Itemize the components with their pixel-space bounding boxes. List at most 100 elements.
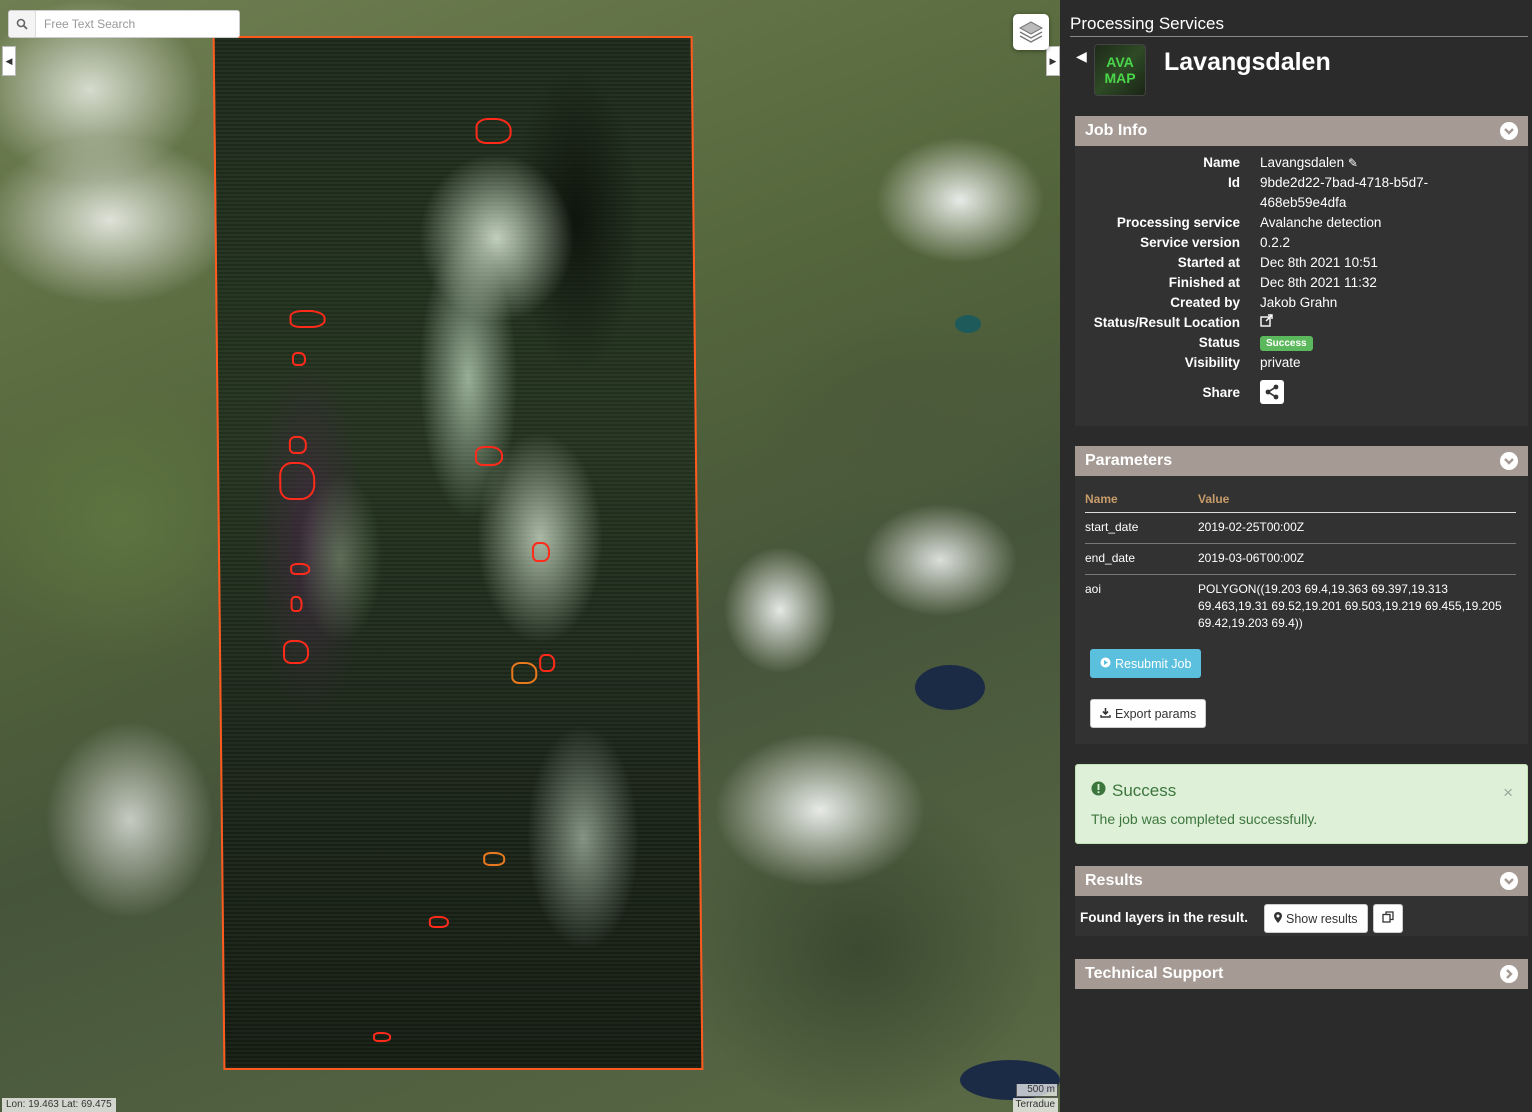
avalanche-polygon xyxy=(511,662,538,684)
logo-text: AVA xyxy=(1106,54,1134,70)
lake xyxy=(915,665,985,710)
info-label: Name xyxy=(1203,154,1240,170)
section-title: Job Info xyxy=(1085,122,1148,139)
info-value: Dec 8th 2021 11:32 xyxy=(1260,274,1377,290)
coordinates-readout: Lon: 19.463 Lat: 69.475 xyxy=(2,1098,116,1112)
parameters-header[interactable]: Parameters xyxy=(1075,446,1528,476)
chevron-down-icon[interactable] xyxy=(1500,872,1518,890)
avalanche-polygon xyxy=(373,1032,392,1042)
info-row-share: Share xyxy=(1075,372,1528,412)
avalanche-polygon xyxy=(288,436,307,454)
section-title: Results xyxy=(1085,872,1143,889)
share-button[interactable] xyxy=(1260,380,1284,404)
button-label: Resubmit Job xyxy=(1115,656,1192,671)
lake xyxy=(955,315,981,333)
info-row-location: Status/Result Location xyxy=(1075,312,1528,332)
status-badge: Success xyxy=(1260,335,1313,351)
info-value xyxy=(1260,314,1528,330)
export-params-button[interactable]: Export params xyxy=(1090,699,1207,728)
parameters-section: Parameters Name Value start_date 2019-02… xyxy=(1075,446,1528,744)
info-value: 0.2.2 xyxy=(1260,234,1291,250)
job-id-cont: 468eb59e4dfa xyxy=(1260,194,1347,210)
left-panel-toggle[interactable]: ◀ xyxy=(2,46,16,76)
avalanche-polygon xyxy=(290,596,303,612)
technical-support-header[interactable]: Technical Support xyxy=(1075,959,1528,989)
chevron-left-icon: ◀ xyxy=(5,55,13,66)
search-icon[interactable] xyxy=(9,11,36,37)
copy-button[interactable] xyxy=(1373,904,1403,933)
panel-title: Processing Services xyxy=(1070,14,1528,37)
param-value: 2019-02-25T00:00Z xyxy=(1198,512,1516,544)
info-value xyxy=(1260,380,1528,404)
param-name: start_date xyxy=(1085,512,1198,544)
info-label: Visibility xyxy=(1184,354,1240,370)
search-box[interactable] xyxy=(8,10,240,38)
avalanche-polygon xyxy=(289,310,326,328)
show-results-button[interactable]: Show results xyxy=(1264,904,1368,933)
info-value: Dec 8th 2021 10:51 xyxy=(1260,254,1378,270)
job-id: 9bde2d22-7bad-4718-b5d7- xyxy=(1260,174,1429,190)
info-row-service: Processing service Avalanche detection xyxy=(1075,212,1528,232)
section-title: Technical Support xyxy=(1085,965,1224,982)
scale-bar: 500 m xyxy=(1016,1084,1058,1097)
table-row: start_date 2019-02-25T00:00Z xyxy=(1085,512,1516,544)
info-label: Share xyxy=(1202,384,1240,400)
param-name: end_date xyxy=(1085,543,1198,575)
info-row-id-cont: 468eb59e4dfa xyxy=(1075,192,1528,212)
column-header: Value xyxy=(1198,486,1516,513)
layers-button[interactable] xyxy=(1013,14,1049,50)
section-title: Parameters xyxy=(1085,452,1173,469)
avalanche-polygon xyxy=(291,352,307,366)
results-section: Results Found layers in the result. Show… xyxy=(1075,866,1528,936)
info-label: Service version xyxy=(1140,234,1240,250)
avalanche-polygon xyxy=(474,446,504,466)
info-value: Lavangsdalen ✎ xyxy=(1260,155,1528,170)
info-row-name: Name Lavangsdalen ✎ xyxy=(1075,152,1528,172)
external-link-icon[interactable] xyxy=(1260,314,1273,330)
technical-support-section: Technical Support xyxy=(1075,959,1528,989)
back-chevron-icon[interactable]: ◀ xyxy=(1076,48,1087,65)
chevron-right-icon[interactable] xyxy=(1500,965,1518,983)
success-alert: Success The job was completed successful… xyxy=(1075,764,1528,844)
info-row-version: Service version 0.2.2 xyxy=(1075,232,1528,252)
avalanche-polygon xyxy=(539,654,556,672)
info-label: Status xyxy=(1198,334,1240,350)
map-marker-icon xyxy=(1274,911,1282,926)
parameters-table: Name Value start_date 2019-02-25T00:00Z … xyxy=(1085,486,1516,639)
right-panel-toggle[interactable]: ▶ xyxy=(1046,46,1060,76)
avalanche-polygon xyxy=(290,563,311,575)
info-value: Success xyxy=(1260,334,1528,351)
info-row-visibility: Visibility private xyxy=(1075,352,1528,372)
info-row-started: Started at Dec 8th 2021 10:51 xyxy=(1075,252,1528,272)
avalanche-polygon xyxy=(475,118,512,144)
share-icon xyxy=(1265,384,1279,400)
param-name: aoi xyxy=(1085,582,1102,596)
exclamation-circle-icon xyxy=(1091,781,1106,801)
info-label: Status/Result Location xyxy=(1093,314,1240,330)
column-header: Name xyxy=(1085,486,1198,513)
info-label: Id xyxy=(1228,174,1240,190)
info-value: Jakob Grahn xyxy=(1260,294,1338,310)
close-icon[interactable]: × xyxy=(1503,783,1513,803)
pencil-icon[interactable]: ✎ xyxy=(1348,156,1358,170)
chevron-down-icon[interactable] xyxy=(1500,452,1518,470)
param-value: POLYGON((19.203 69.4,19.363 69.397,19.31… xyxy=(1198,582,1502,630)
logo-text: MAP xyxy=(1104,70,1136,86)
chevron-down-icon[interactable] xyxy=(1500,122,1518,140)
resubmit-job-button[interactable]: Resubmit Job xyxy=(1090,649,1202,678)
results-header[interactable]: Results xyxy=(1075,866,1528,896)
job-title: Lavangsdalen xyxy=(1164,48,1331,76)
job-info-section: Job Info Name Lavangsdalen ✎ Id 9bde2d22… xyxy=(1075,116,1528,426)
job-info-header[interactable]: Job Info xyxy=(1075,116,1528,146)
table-row: end_date 2019-03-06T00:00Z xyxy=(1085,543,1516,575)
avalanche-polygon xyxy=(428,916,449,928)
results-found-label: Found layers in the result. xyxy=(1080,910,1249,925)
param-value: 2019-03-06T00:00Z xyxy=(1198,543,1516,575)
table-row: aoi POLYGON((19.203 69.4,19.363 69.397,1… xyxy=(1085,575,1516,640)
download-icon xyxy=(1100,707,1111,721)
map-view[interactable]: ◀ ▶ Lon: 19.463 Lat: 69.475 500 m Terrad… xyxy=(0,0,1060,1112)
search-input[interactable] xyxy=(36,16,239,32)
result-raster-overlay xyxy=(212,36,704,1070)
avalanche-polygon xyxy=(483,852,506,866)
info-label: Created by xyxy=(1170,294,1240,310)
